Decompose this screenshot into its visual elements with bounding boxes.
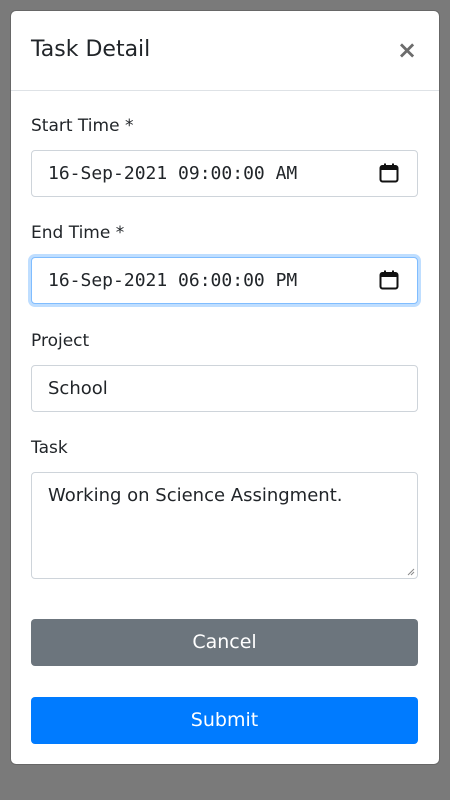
task-textarea[interactable]: Working on Science Assingment. bbox=[31, 472, 418, 579]
start-time-label: Start Time * bbox=[31, 116, 134, 136]
start-time-input[interactable]: 16-Sep-2021 09:00:00 AM bbox=[31, 150, 418, 197]
end-time-label: End Time * bbox=[31, 223, 125, 243]
task-value: Working on Science Assingment. bbox=[48, 485, 343, 506]
calendar-icon[interactable] bbox=[379, 270, 399, 290]
modal-header: Task Detail × bbox=[11, 11, 439, 91]
modal-title: Task Detail bbox=[31, 37, 151, 62]
resize-handle-icon[interactable] bbox=[407, 568, 415, 576]
task-detail-modal: Task Detail × Start Time * 16-Sep-2021 0… bbox=[11, 11, 439, 764]
project-input[interactable]: School bbox=[31, 365, 418, 412]
end-time-value: 16-Sep-2021 06:00:00 PM bbox=[48, 270, 298, 291]
project-value: School bbox=[48, 378, 108, 399]
calendar-icon[interactable] bbox=[379, 163, 399, 183]
cancel-button[interactable]: Cancel bbox=[31, 619, 418, 666]
close-icon[interactable]: × bbox=[395, 35, 419, 65]
start-time-value: 16-Sep-2021 09:00:00 AM bbox=[48, 163, 298, 184]
project-label: Project bbox=[31, 331, 90, 351]
end-time-input[interactable]: 16-Sep-2021 06:00:00 PM bbox=[31, 257, 418, 304]
task-label: Task bbox=[31, 438, 68, 458]
submit-button[interactable]: Submit bbox=[31, 697, 418, 744]
